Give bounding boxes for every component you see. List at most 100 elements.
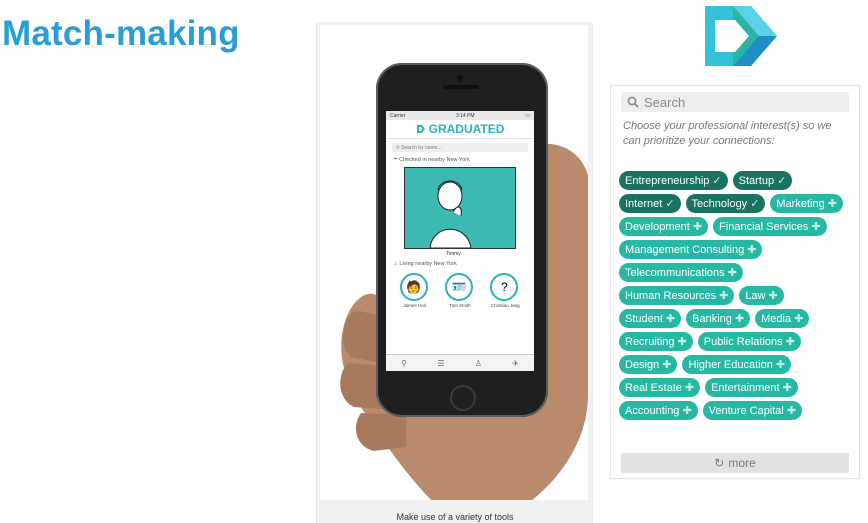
check-icon: ✓ [777,175,787,187]
interest-chip[interactable]: Accounting ✚ [619,401,698,420]
tab-notifications-icon[interactable]: ✈ [512,359,519,368]
graduated-logo-icon [705,6,777,66]
interest-chip-label: Real Estate [625,381,682,394]
phone-screen: Carrier 3:14 PM ▭ GRADUATED ⚲ Search by … [386,111,534,371]
plus-icon: ✚ [665,313,676,325]
plus-icon: ✚ [719,290,729,302]
interest-chip[interactable]: Real Estate ✚ [619,378,701,397]
interest-chip[interactable]: Technology ✓ [685,194,766,213]
interest-search-input[interactable]: Search [621,92,849,112]
more-label: more [728,456,756,470]
living-label: ⌂ Living nearby New York [394,261,526,267]
plus-icon: ✚ [827,198,837,210]
interest-chip-label: Development [625,220,690,233]
interest-chip[interactable]: Law ✚ [739,286,784,305]
interest-chip-label: Venture Capital [708,404,784,417]
interest-panel: Search Choose your professional interest… [610,85,860,479]
interest-chip[interactable]: Banking ✚ [686,309,751,328]
phone-camera [457,75,463,81]
profile-card[interactable] [404,167,516,249]
phone-search-input[interactable]: ⚲ Search by name... [392,143,528,152]
interest-chip-label: Entertainment [711,381,780,394]
page-title: Match-making [2,14,240,53]
plus-icon: ✚ [794,313,804,325]
plus-icon: ✚ [727,267,737,279]
plus-icon: ✚ [782,382,792,394]
chip-row: Design ✚ Higher Education ✚ [619,355,855,374]
plus-icon: ✚ [786,405,797,417]
plus-icon: ✚ [768,290,778,302]
interest-chip[interactable]: Media ✚ [755,309,810,328]
avatar-name: Tom Smith [449,303,471,308]
home-icon: ⌂ [394,261,398,267]
interest-chip[interactable]: Entrepreneurship ✓ [619,171,728,190]
chip-row: Real Estate ✚ Entertainment ✚ [619,378,855,397]
interest-chip[interactable]: Public Relations ✚ [697,332,801,351]
tab-profile-icon[interactable]: ♙ [475,359,482,368]
interest-chip-label: Law [745,289,766,302]
chip-row: Development ✚ Financial Services ✚ [619,217,855,236]
location-pin-icon: ⌖ [394,156,398,162]
interest-chip-label: Internet [625,197,663,210]
avatar: 🪪 [444,273,473,301]
interest-chip[interactable]: Telecommunications ✚ [619,263,743,282]
app-name: GRADUATED [428,122,505,136]
interest-chip-label: Startup [738,174,775,187]
more-button[interactable]: ↻ more [621,453,849,473]
interest-chip-label: Telecommunications [625,266,725,279]
interest-chip-label: Technology [691,197,748,210]
interest-chip[interactable]: Student ✚ [619,309,682,328]
check-icon: ✓ [712,175,722,187]
plus-icon: ✚ [747,244,757,256]
interest-chip[interactable]: Venture Capital ✚ [702,401,803,420]
avatar-name: Christian Jang [490,303,520,308]
interest-chip[interactable]: Startup ✓ [732,171,793,190]
interest-chip[interactable]: Design ✚ [619,355,678,374]
avatar-item[interactable]: 🪪 Tom Smith [444,273,475,308]
chip-row: Entrepreneurship ✓ Startup ✓ [619,171,855,190]
sketch-portrait-illustration [429,180,472,249]
interest-chip-label: Management Consulting [625,243,745,256]
phone-search-placeholder: Search by name... [401,144,442,151]
avatar-item[interactable]: 🧑 James Holt [399,273,430,308]
plus-icon: ✚ [662,359,672,371]
checked-in-text: Checked in nearby New York [399,156,470,163]
interest-chip-label: Design [625,358,660,371]
plus-icon: ✚ [775,359,786,371]
interest-chip-list: Entrepreneurship ✓ Startup ✓ Internet ✓ Techno… [619,171,855,424]
chip-row: Telecommunications ✚ [619,263,855,282]
chip-row: Recruiting ✚ Public Relations ✚ [619,332,855,351]
interest-chip-label: Recruiting [625,335,675,348]
phone-home-button [450,385,476,411]
plus-icon: ✚ [682,405,692,417]
photo-caption: Make use of a variety of tools [396,512,514,522]
graduated-logo-icon [416,125,425,133]
phone-tab-bar: ⚲ ☰ ♙ ✈ [386,354,534,371]
interest-chip[interactable]: Management Consulting ✚ [619,240,763,259]
avatar-name: James Holt [403,303,426,308]
carrier-label: Carrier [390,112,406,119]
interest-chip[interactable]: Internet ✓ [619,194,681,213]
avatar-item[interactable]: ? Christian Jang [490,273,520,308]
interest-chip[interactable]: Development ✚ [619,217,709,236]
chip-row: Human Resources ✚ Law ✚ [619,286,855,305]
chip-row: Student ✚ Banking ✚ Media ✚ [619,309,855,328]
tab-connections-icon[interactable]: ☰ [437,359,444,368]
tab-home-icon[interactable]: ⚲ [401,359,407,368]
interest-chip[interactable]: Marketing ✚ [770,194,843,213]
clock: 3:14 PM [455,112,475,119]
interest-chip-label: Entrepreneurship [625,174,710,187]
interest-chip[interactable]: Entertainment ✚ [705,378,798,397]
interest-chip[interactable]: Higher Education ✚ [682,355,792,374]
interest-chip[interactable]: Human Resources ✚ [619,286,735,305]
plus-icon: ✚ [684,382,695,394]
chip-row: Internet ✓ Technology ✓ Marketing ✚ [619,194,855,213]
phone-photo: Carrier 3:14 PM ▭ GRADUATED ⚲ Search by … [320,25,588,500]
interest-chip[interactable]: Financial Services ✚ [713,217,827,236]
chip-row: Accounting ✚ Venture Capital ✚ [619,401,855,420]
interest-chip-label: Student [625,312,663,325]
checked-in-label: ⌖ Checked in nearby New York [394,156,526,163]
phone-earpiece [443,85,479,89]
interest-chip[interactable]: Recruiting ✚ [619,332,693,351]
interest-chip-label: Marketing [776,197,825,210]
